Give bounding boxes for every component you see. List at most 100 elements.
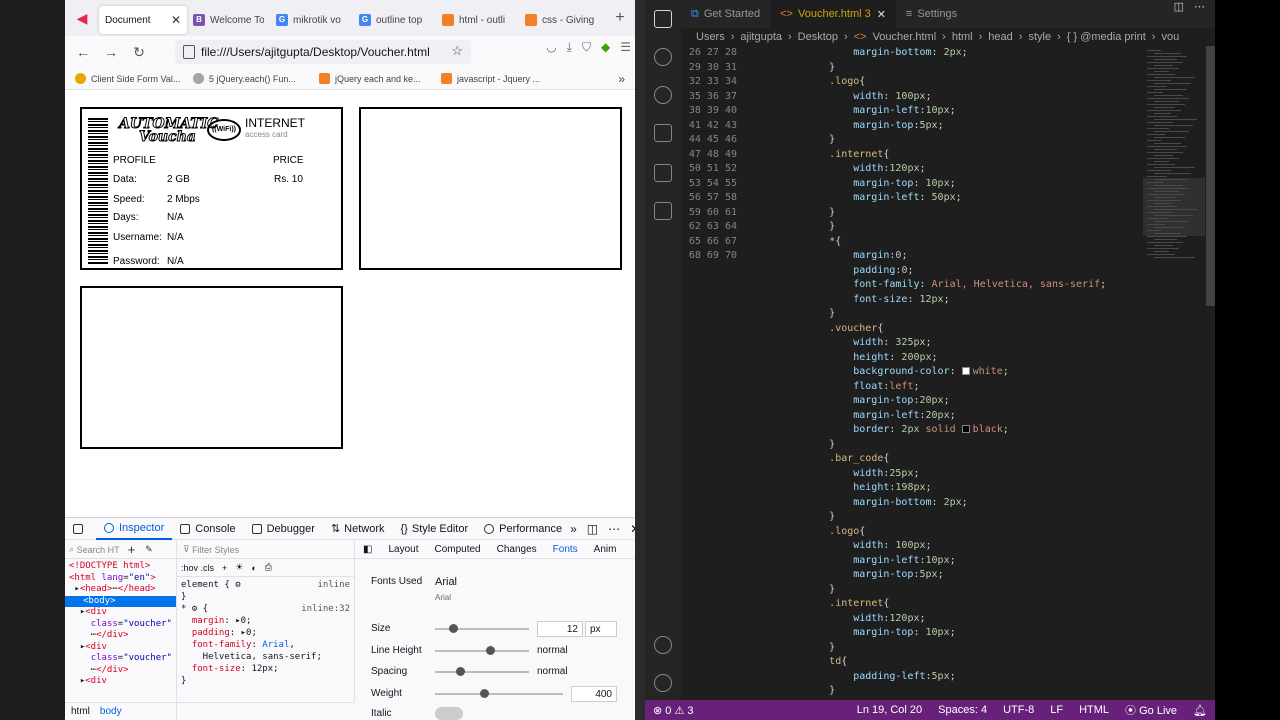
code-editor[interactable]: 26 27 28 29 30 31 32 33 34 35 36 37 38 3… — [681, 46, 1143, 696]
editor-scrollbar[interactable] — [1206, 46, 1215, 306]
tab-outline[interactable]: G outline top — [353, 6, 436, 34]
tab-computed[interactable]: Computed — [426, 544, 488, 555]
crumb-html[interactable]: html — [71, 706, 90, 717]
close-tab-icon[interactable]: ✕ — [877, 8, 886, 21]
markup-search[interactable]: ⌕ Search HT + ✎ — [65, 541, 176, 559]
italic-toggle[interactable] — [435, 707, 463, 720]
close-tab-icon[interactable]: ✕ — [171, 13, 181, 27]
eyedropper-icon[interactable]: ✎ — [145, 544, 153, 555]
weight-input[interactable]: 400 — [571, 686, 617, 702]
dark-mode-icon[interactable]: ◐ — [251, 563, 256, 573]
hov-cls-toggles[interactable]: :hov .cls — [181, 563, 214, 573]
status-problems[interactable]: ⊗ 0 ⚠ 3 — [645, 704, 702, 717]
shield-icon[interactable]: ⛉ — [582, 40, 591, 55]
split-editor-icon[interactable]: ◫ — [1174, 0, 1184, 28]
tab-performance[interactable]: Performance — [476, 518, 570, 540]
print-icon[interactable]: ⎙ — [265, 562, 272, 573]
search-icon[interactable] — [654, 48, 672, 66]
more-tabs-icon[interactable]: » — [570, 522, 577, 536]
slider-knob[interactable] — [449, 624, 458, 633]
size-unit-select[interactable]: px — [585, 621, 617, 637]
pick-element-icon[interactable] — [65, 518, 96, 540]
tab-animations[interactable]: Anim — [586, 544, 625, 555]
spacing-slider[interactable] — [435, 667, 529, 676]
indentation[interactable]: Spaces: 4 — [930, 704, 995, 716]
minimap[interactable] — [1143, 46, 1205, 692]
tab-welcome[interactable]: B Welcome To — [187, 6, 270, 34]
account-icon[interactable] — [654, 636, 672, 654]
size-input[interactable]: 12 — [537, 621, 583, 637]
tab-html-outline[interactable]: html - outli — [436, 6, 519, 34]
back-arrow-icon[interactable]: ← — [69, 44, 97, 60]
line-height-slider[interactable] — [435, 646, 529, 655]
color-swatch[interactable] — [961, 367, 970, 375]
settings-gear-icon[interactable] — [654, 674, 672, 692]
reload-icon[interactable]: ↻ — [125, 44, 153, 61]
light-mode-icon[interactable]: ☀ — [235, 562, 243, 573]
tab-get-started[interactable]: ⧉ Get Started — [681, 0, 770, 28]
bookmark-item[interactable]: jQuery each and ke... — [319, 73, 431, 84]
dock-icon[interactable]: ◫ — [587, 522, 598, 536]
tab-voucher-html[interactable]: <> Voucher.html 3 ✕ — [770, 0, 896, 28]
add-rule-icon[interactable]: + — [222, 563, 227, 573]
crumb[interactable]: ajitgupta — [740, 31, 782, 43]
crumb[interactable]: html — [952, 31, 973, 43]
new-tab-button[interactable]: + — [605, 9, 635, 27]
markup-tree[interactable]: <!DOCTYPE html> <html lang="en"> ▸<head>… — [65, 559, 176, 690]
tab-settings[interactable]: ≡ Settings — [896, 0, 967, 28]
slider-knob[interactable] — [480, 689, 489, 698]
crumb[interactable]: Voucher.html — [873, 31, 937, 43]
more-actions-icon[interactable]: ⋯ — [1194, 0, 1205, 28]
bookmark-item[interactable]: Client Side Form Val... — [75, 73, 183, 84]
crumb[interactable]: Desktop — [798, 31, 838, 43]
tab-fonts[interactable]: Fonts — [545, 544, 586, 555]
tab-inspector[interactable]: Inspector — [96, 518, 173, 540]
crumb[interactable]: vou — [1161, 31, 1179, 43]
end-of-line[interactable]: LF — [1042, 704, 1071, 716]
bookmark-item[interactable]: javascript - Jquery ... — [441, 73, 557, 84]
forward-arrow-icon[interactable]: → — [97, 44, 125, 60]
download-icon[interactable]: ⤓ — [567, 40, 572, 55]
crumb[interactable]: Users — [696, 31, 725, 43]
cursor-position[interactable]: Ln 19, Col 20 — [849, 704, 930, 716]
weight-slider[interactable] — [435, 689, 563, 698]
source-control-icon[interactable] — [654, 86, 672, 104]
bookmark-item[interactable]: 5 jQuery.each() Fun... — [193, 73, 309, 84]
tab-network[interactable]: ⇅ Network — [323, 518, 393, 540]
crumb[interactable]: { } @media print — [1067, 31, 1146, 43]
options-icon[interactable]: ⋯ — [608, 522, 620, 536]
crumb[interactable]: head — [988, 31, 1012, 43]
tab-document[interactable]: Document ✕ — [99, 6, 187, 34]
language-mode[interactable]: HTML — [1071, 704, 1117, 716]
slider-knob[interactable] — [486, 646, 495, 655]
tab-layout[interactable]: Layout — [380, 544, 426, 555]
explorer-icon[interactable] — [654, 10, 672, 28]
color-swatch[interactable] — [961, 425, 970, 433]
bookmark-star-icon[interactable]: ☆ — [451, 43, 463, 59]
tab-console[interactable]: Console — [172, 518, 243, 540]
tab-mikrotik[interactable]: G mikrotik vo — [270, 6, 353, 34]
remote-explorer-icon[interactable] — [654, 202, 672, 220]
extension-icon[interactable]: ◆ — [601, 40, 610, 55]
firefox-view-icon[interactable]: ◀ — [65, 0, 99, 36]
address-bar[interactable]: file:///Users/ajitgupta/Desktop/Voucher.… — [175, 40, 471, 64]
crumb[interactable]: style — [1028, 31, 1051, 43]
source-code[interactable]: margin-bottom: 2px; } .logo{ width: 100p… — [781, 46, 1106, 699]
filter-styles[interactable]: ⊽ Filter Styles — [177, 541, 354, 559]
run-debug-icon[interactable] — [654, 124, 672, 142]
css-rules[interactable]: element { ⚙ inline } * ⚙ {inline:32 margi… — [177, 577, 354, 689]
notification-bell-icon[interactable]: 🔔︎ — [1185, 704, 1215, 717]
more-bookmarks-icon[interactable]: » — [618, 72, 625, 86]
tab-style-editor[interactable]: {} Style Editor — [393, 518, 477, 540]
encoding[interactable]: UTF-8 — [995, 704, 1042, 716]
crumb-body[interactable]: body — [100, 706, 122, 717]
slider-knob[interactable] — [456, 667, 465, 676]
size-slider[interactable] — [435, 624, 529, 633]
go-live-button[interactable]: ⦿ Go Live — [1117, 702, 1185, 718]
menu-icon[interactable]: ☰ — [620, 40, 631, 55]
tab-changes[interactable]: Changes — [489, 544, 545, 555]
extensions-icon[interactable] — [654, 164, 672, 182]
tab-css-giving[interactable]: css - Giving — [519, 6, 602, 34]
sidebar-toggle-icon[interactable]: ◧ — [355, 544, 380, 555]
pocket-icon[interactable]: ◡ — [546, 40, 556, 55]
